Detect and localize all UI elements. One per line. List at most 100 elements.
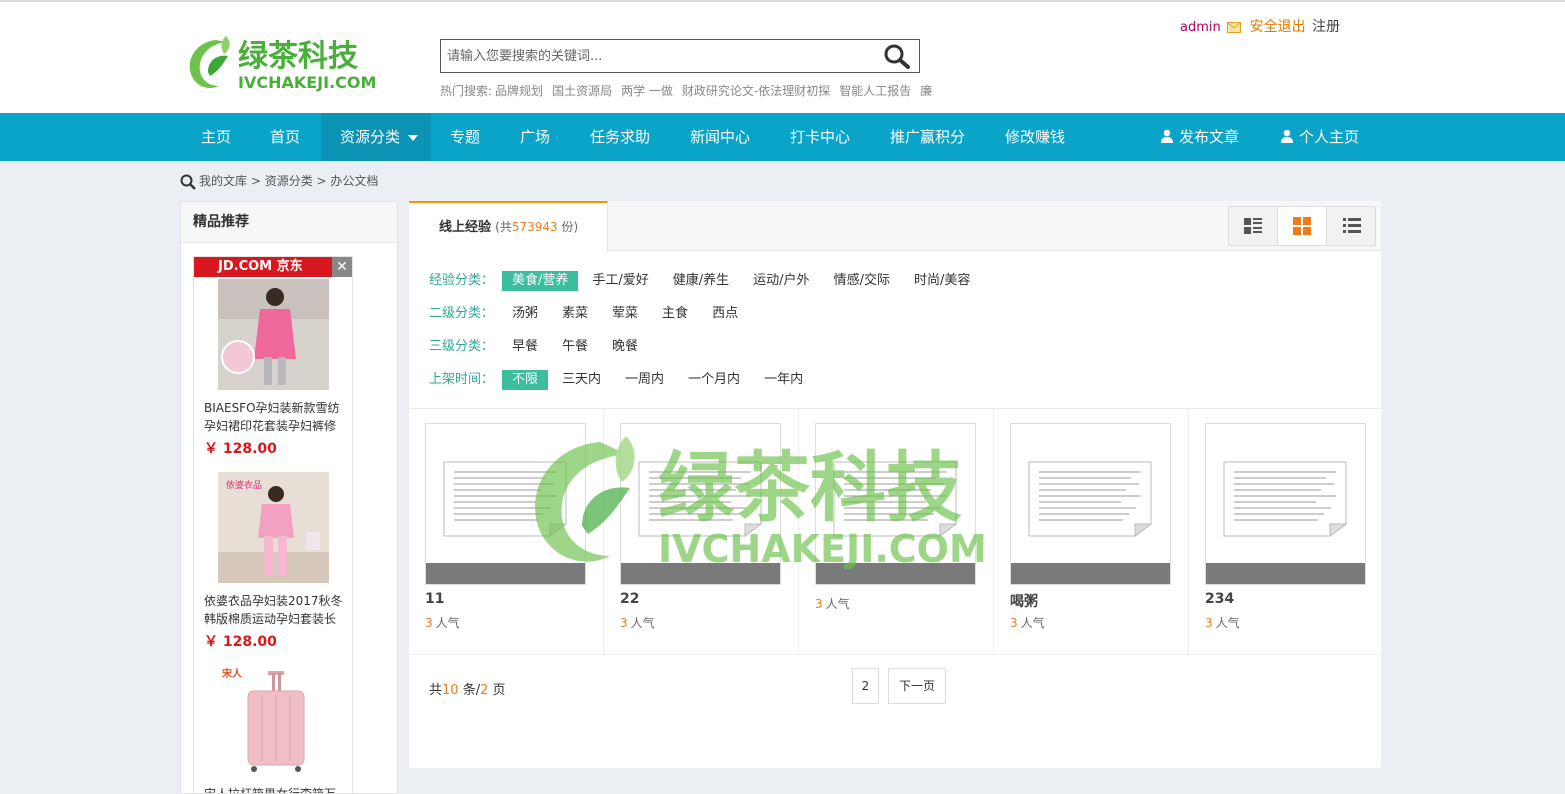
pop-unit: 人气 — [825, 597, 850, 611]
filter-option[interactable]: 晚餐 — [602, 337, 648, 357]
view-grid-button[interactable] — [1278, 207, 1327, 245]
tab-bar: 线上经验 (共573943 份) — [409, 201, 1381, 252]
product-image — [218, 279, 329, 390]
filter-option[interactable]: 手工/爱好 — [582, 271, 658, 291]
filter-option[interactable]: 不限 — [502, 370, 549, 390]
filter-option[interactable]: 午餐 — [552, 337, 598, 357]
product-card[interactable]: BIAESFO孕妇装新款雪纺孕妇裙印花套装孕妇裤修 ￥ 128.00 — [204, 279, 344, 458]
document-icon — [1028, 461, 1153, 537]
filter-option[interactable]: 荤菜 — [602, 304, 648, 324]
filter-option[interactable]: 素菜 — [552, 304, 598, 324]
total-count: 10 — [442, 683, 459, 698]
filter-label: 上架时间： — [429, 372, 495, 387]
filter-label: 三级分类： — [429, 339, 495, 354]
pop-count: 3 — [425, 616, 433, 630]
hot-term[interactable]: 廉 — [920, 84, 932, 98]
doc-title[interactable]: 234 — [1205, 591, 1234, 607]
thumb-caption-bar — [621, 563, 780, 584]
doc-title[interactable]: 喝粥 — [1010, 591, 1038, 611]
doc-title[interactable]: 22 — [620, 591, 639, 607]
doc-card[interactable]: 22 3 人气 — [604, 409, 799, 654]
filter-option[interactable]: 一个月内 — [678, 370, 750, 390]
filter-option[interactable]: 美食/营养 — [502, 271, 579, 291]
nav-profile-button[interactable]: 个人主页 — [1280, 113, 1359, 161]
nav-item-home[interactable]: 主页 — [201, 113, 231, 161]
hot-term[interactable]: 国土资源局 — [552, 84, 612, 98]
nav-item-index[interactable]: 首页 — [270, 113, 300, 161]
filter-option[interactable]: 运动/户外 — [743, 271, 819, 291]
hot-term[interactable]: 两学 一做 — [621, 84, 673, 98]
hot-term[interactable]: 智能人工报告 — [839, 84, 911, 98]
user-icon — [1161, 129, 1173, 143]
hot-term[interactable]: 品牌规划 — [495, 84, 543, 98]
filter-option[interactable]: 汤粥 — [502, 304, 548, 324]
filter-option[interactable]: 一年内 — [754, 370, 813, 390]
filter-row-time: 上架时间： 不限 三天内 一周内 一个月内 一年内 — [429, 368, 984, 401]
filter-option[interactable]: 时尚/美容 — [904, 271, 980, 291]
doc-popularity: 3 人气 — [1010, 614, 1045, 631]
doc-card[interactable]: 3 人气 — [799, 409, 994, 654]
register-link[interactable]: 注册 — [1312, 19, 1340, 35]
filter-option[interactable]: 情感/交际 — [824, 271, 900, 291]
nav-publish-label: 发布文章 — [1179, 128, 1240, 146]
nav-item-earn[interactable]: 修改赚钱 — [1005, 113, 1065, 161]
tab-online-experience[interactable]: 线上经验 (共573943 份) — [409, 201, 608, 252]
doc-thumbnail[interactable] — [1205, 423, 1366, 585]
nav-item-label: 资源分类 — [340, 128, 401, 146]
breadcrumb-item[interactable]: 我的文库 — [199, 174, 247, 188]
product-card[interactable]: 宋人 宋人拉杆箱男女行李箱万 — [204, 665, 344, 793]
product-card[interactable]: 依婆衣品 依婆衣品孕妇装2017秋冬韩版棉质运动孕妇套装长 ￥ 128.00 — [204, 472, 344, 651]
filter-option[interactable]: 主食 — [652, 304, 698, 324]
logout-link[interactable]: 安全退出 — [1250, 19, 1306, 35]
next-page-button[interactable]: 下一页 — [888, 668, 946, 704]
nav-item-square[interactable]: 广场 — [520, 113, 550, 161]
site-logo[interactable]: 绿茶科技 IVCHAKEJI.COM — [186, 32, 396, 92]
product-image: 宋人 — [218, 665, 329, 776]
filter-option[interactable]: 早餐 — [502, 337, 548, 357]
filter-option[interactable]: 三天内 — [552, 370, 611, 390]
filter-label: 二级分类： — [429, 306, 495, 321]
doc-thumbnail[interactable] — [815, 423, 976, 585]
sidebar-title: 精品推荐 — [181, 202, 397, 243]
doc-thumbnail[interactable] — [425, 423, 586, 585]
filter-option[interactable]: 西点 — [702, 304, 748, 324]
summary-text: 条/ — [458, 683, 481, 698]
filter-option[interactable]: 健康/养生 — [663, 271, 739, 291]
close-icon[interactable]: ✕ — [332, 257, 352, 277]
site-header: 绿茶科技 IVCHAKEJI.COM 热门搜索:品牌规划国土资源局两学 一做财政… — [0, 0, 1565, 113]
doc-card[interactable]: 234 3 人气 — [1189, 409, 1384, 654]
username-link[interactable]: admin — [1180, 20, 1221, 35]
user-bar: admin 安全退出 注册 — [1180, 16, 1340, 36]
doc-title[interactable]: 11 — [425, 591, 444, 607]
hot-term[interactable]: 财政研究论文-依法理财初探 — [682, 84, 830, 98]
view-list-detail-button[interactable] — [1229, 207, 1278, 245]
search-icon — [180, 174, 196, 190]
doc-card[interactable]: 喝粥 3 人气 — [994, 409, 1189, 654]
doc-thumbnail[interactable] — [620, 423, 781, 585]
mail-icon[interactable] — [1227, 21, 1242, 33]
list-detail-icon — [1244, 218, 1262, 234]
doc-thumbnail[interactable] — [1010, 423, 1171, 585]
tab-count-prefix: (共 — [495, 220, 512, 234]
nav-item-promote[interactable]: 推广赢积分 — [890, 113, 965, 161]
page-2-button[interactable]: 2 — [852, 668, 879, 704]
doc-card[interactable]: 11 3 人气 — [409, 409, 604, 654]
nav-item-resources[interactable]: 资源分类 — [321, 113, 431, 161]
chevron-down-icon — [408, 134, 419, 141]
logo-text-cn: 绿茶科技 — [238, 39, 358, 74]
nav-publish-button[interactable]: 发布文章 — [1160, 113, 1239, 161]
nav-item-topics[interactable]: 专题 — [450, 113, 480, 161]
nav-item-news[interactable]: 新闻中心 — [690, 113, 750, 161]
tab-label: 线上经验 — [439, 220, 492, 235]
search-button[interactable] — [879, 42, 915, 70]
breadcrumb-item[interactable]: 资源分类 — [265, 174, 313, 188]
nav-item-checkin[interactable]: 打卡中心 — [790, 113, 850, 161]
filter-row-subcategory: 二级分类： 汤粥 素菜 荤菜 主食 西点 — [429, 302, 984, 335]
nav-item-tasks[interactable]: 任务求助 — [590, 113, 650, 161]
pop-count: 3 — [1205, 616, 1213, 630]
view-list-button[interactable] — [1327, 207, 1376, 245]
filter-option[interactable]: 一周内 — [615, 370, 674, 390]
search-input[interactable] — [441, 40, 877, 72]
doc-popularity: 3 人气 — [620, 614, 655, 631]
breadcrumb-item[interactable]: 办公文档 — [330, 174, 378, 188]
